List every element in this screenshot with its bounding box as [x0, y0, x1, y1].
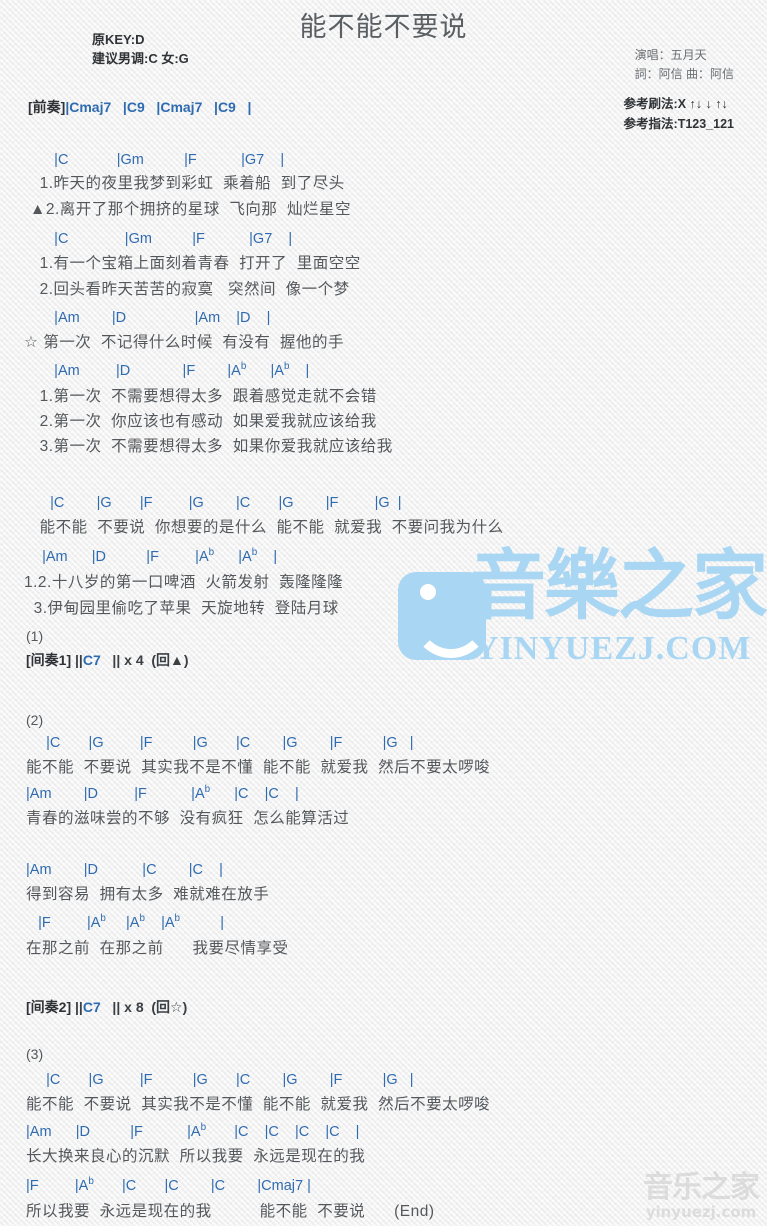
- chordline-chorus-1: |C |G |F |G |C |G |F |G |: [30, 495, 402, 511]
- interlude-1-line: [间奏1] ||C7 || x 4 (回▲): [26, 652, 189, 669]
- original-key: 原KEY:D: [92, 32, 145, 47]
- lyricline-bridge-b: 在那之前 在那之前 我要尽情享受: [26, 940, 289, 957]
- lyricline-prechorus-2-1: 1.第一次 不需要想得太多 跟着感觉走就不会错: [30, 388, 377, 405]
- intro-chords: |Cmaj7 |C9 |Cmaj7 |C9 |: [65, 99, 252, 115]
- lyricline-chorus-1: 能不能 不要说 你想要的是什么 能不能 就爱我 不要问我为什么: [30, 519, 504, 536]
- section-number-1: (1): [26, 628, 44, 644]
- suggested-key: 建议男调:C 女:G: [92, 51, 189, 66]
- section-number-3: (3): [26, 1046, 44, 1062]
- interlude-2-chords: ||C7 || x 8 (回☆): [71, 999, 188, 1015]
- intro-label: [前奏]: [28, 99, 66, 115]
- interlude-2-label: [间奏2]: [26, 999, 72, 1015]
- lyricline-prechorus-2-2: 2.第一次 你应该也有感动 如果爱我就应该给我: [30, 413, 377, 430]
- lyricline-chorus-3: 能不能 不要说 其实我不是不懂 能不能 就爱我 然后不要太啰唆: [26, 1096, 491, 1113]
- chordline-bridge-a: |Am |D |C |C |: [26, 862, 223, 878]
- lyricline-outro-a: 长大换来良心的沉默 所以我要 永远是现在的我: [26, 1148, 366, 1165]
- chord-sheet: 能不能不要说 原KEY:D 建议男调:C 女:G 演唱：五月天 詞：阿信 曲：阿…: [0, 0, 767, 1226]
- chordline-verse-1a: |C |Gm |F |G7 |: [30, 152, 285, 168]
- lyricline-prechorus-2-3: 3.第一次 不需要想得太多 如果你爱我就应该给我: [30, 438, 393, 455]
- chordline-chorus-1b: |Am |D |F |Ab |Ab |: [30, 547, 278, 565]
- fingering-pattern: 参考指法:T123_121: [623, 117, 734, 131]
- interlude-2-line: [间奏2] ||C7 || x 8 (回☆): [26, 999, 187, 1016]
- lyricline-bridge-a: 得到容易 拥有太多 难就难在放手: [26, 886, 270, 903]
- chordline-bridge-b: |F |Ab |Ab |Ab |: [26, 913, 225, 931]
- chordline-verse-1b: |C |Gm |F |G7 |: [30, 231, 293, 247]
- lyricline-prechorus-star: ☆ 第一次 不记得什么时候 有没有 握他的手: [24, 334, 345, 351]
- lyricline-chorus-2b: 青春的滋味尝的不够 没有疯狂 怎么能算活过: [26, 810, 350, 827]
- chordline-chorus-2b: |Am |D |F |Ab |C |C |: [26, 784, 299, 802]
- lyricline-verse-1b-2: 2.回头看昨天苦苦的寂寞 突然间 像一个梦: [30, 281, 350, 298]
- chordline-prechorus-2: |Am |D |F |Ab |Ab |: [30, 361, 310, 379]
- chordline-prechorus-star: |Am |D |Am |D |: [30, 310, 271, 326]
- singer: 演唱：五月天: [634, 48, 707, 62]
- chordline-chorus-2: |C |G |F |G |C |G |F |G |: [30, 735, 414, 751]
- lyricline-chorus-1b-2: 3.伊甸园里偷吃了苹果 天旋地转 登陆月球: [24, 600, 339, 617]
- lyricline-verse-1a-2: ▲2.离开了那个拥挤的星球 飞向那 灿烂星空: [30, 201, 351, 218]
- lyricline-verse-1b-1: 1.有一个宝箱上面刻着青春 打开了 里面空空: [30, 255, 361, 272]
- chordline-outro-a: |Am |D |F |Ab |C |C |C |C |: [26, 1122, 360, 1140]
- intro-line: [前奏]|Cmaj7 |C9 |Cmaj7 |C9 |: [28, 99, 251, 116]
- lyricline-chorus-2: 能不能 不要说 其实我不是不懂 能不能 就爱我 然后不要太啰唆: [26, 759, 491, 776]
- chordline-outro-b: |F |Ab |C |C |C |Cmaj7 |: [26, 1176, 311, 1194]
- interlude-1-label: [间奏1]: [26, 652, 72, 668]
- key-info: 原KEY:D 建议男调:C 女:G: [92, 30, 189, 68]
- lyricline-chorus-1b-1: 1.2.十八岁的第一口啤酒 火箭发射 轰隆隆隆: [24, 574, 344, 591]
- play-info: 参考刷法:X ↑↓ ↓ ↑↓ 参考指法:T123_121: [624, 94, 734, 134]
- credits: 演唱：五月天 詞：阿信 曲：阿信: [635, 46, 734, 84]
- strum-pattern: 参考刷法:X ↑↓ ↓ ↑↓: [623, 97, 728, 111]
- lyricline-verse-1a-1: 1.昨天的夜里我梦到彩虹 乘着船 到了尽头: [30, 175, 345, 192]
- chordline-chorus-3: |C |G |F |G |C |G |F |G |: [30, 1072, 414, 1088]
- interlude-1-chords: ||C7 || x 4 (回▲): [71, 652, 189, 668]
- lyricline-outro-b: 所以我要 永远是现在的我 能不能 不要说 (End): [26, 1203, 435, 1220]
- section-number-2: (2): [26, 712, 44, 728]
- writer-composer: 詞：阿信 曲：阿信: [634, 67, 734, 81]
